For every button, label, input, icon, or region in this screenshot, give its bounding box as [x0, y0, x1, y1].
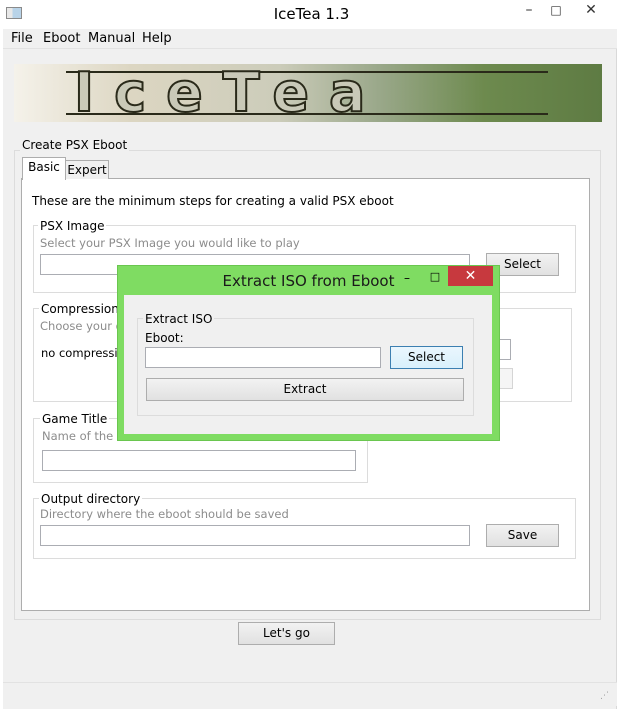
menu-eboot[interactable]: Eboot	[43, 31, 80, 47]
maximize-icon[interactable]: □	[549, 3, 563, 17]
output-directory-hint: Directory where the eboot should be save…	[40, 507, 289, 521]
app-icon[interactable]	[6, 7, 22, 19]
lets-go-button[interactable]: Let's go	[238, 622, 335, 645]
eboot-path-input[interactable]	[145, 347, 381, 368]
dialog-minimize-icon[interactable]: –	[400, 270, 414, 286]
output-directory-input[interactable]	[40, 525, 470, 546]
eboot-label: Eboot:	[145, 331, 184, 345]
game-title-input[interactable]	[42, 450, 356, 471]
dialog-close-icon[interactable]: ✕	[448, 266, 493, 286]
tab-basic[interactable]: Basic	[22, 157, 66, 180]
compression-title: Compression	[39, 302, 121, 316]
eboot-select-button[interactable]: Select	[390, 346, 463, 369]
menu-bar: File Eboot Manual Help	[3, 29, 617, 49]
create-group-title: Create PSX Eboot	[20, 138, 130, 152]
minimize-icon[interactable]: –	[522, 3, 536, 17]
close-icon[interactable]: ✕	[577, 2, 605, 18]
status-bar	[3, 682, 617, 706]
resize-grip-icon[interactable]: ⋰	[600, 690, 612, 702]
menu-help[interactable]: Help	[142, 31, 172, 47]
menu-manual[interactable]: Manual	[88, 31, 135, 47]
banner-text: IceTea	[73, 64, 386, 122]
extract-iso-group-title: Extract ISO	[143, 312, 215, 326]
output-directory-save-button[interactable]: Save	[486, 524, 559, 547]
tab-expert[interactable]: Expert	[65, 160, 109, 179]
intro-text: These are the minimum steps for creating…	[32, 194, 394, 208]
compression-button-edge[interactable]	[498, 368, 513, 389]
dialog-title[interactable]: Extract ISO from Eboot	[117, 265, 500, 295]
icetea-banner-logo: IceTea	[14, 64, 602, 122]
output-directory-title: Output directory	[39, 492, 143, 506]
psx-image-hint: Select your PSX Image you would like to …	[40, 236, 300, 250]
game-title-title: Game Title	[40, 412, 110, 426]
extract-button[interactable]: Extract	[146, 378, 464, 401]
psx-image-title: PSX Image	[38, 219, 107, 233]
menu-file[interactable]: File	[11, 31, 33, 47]
dialog-maximize-icon[interactable]: □	[428, 269, 442, 285]
